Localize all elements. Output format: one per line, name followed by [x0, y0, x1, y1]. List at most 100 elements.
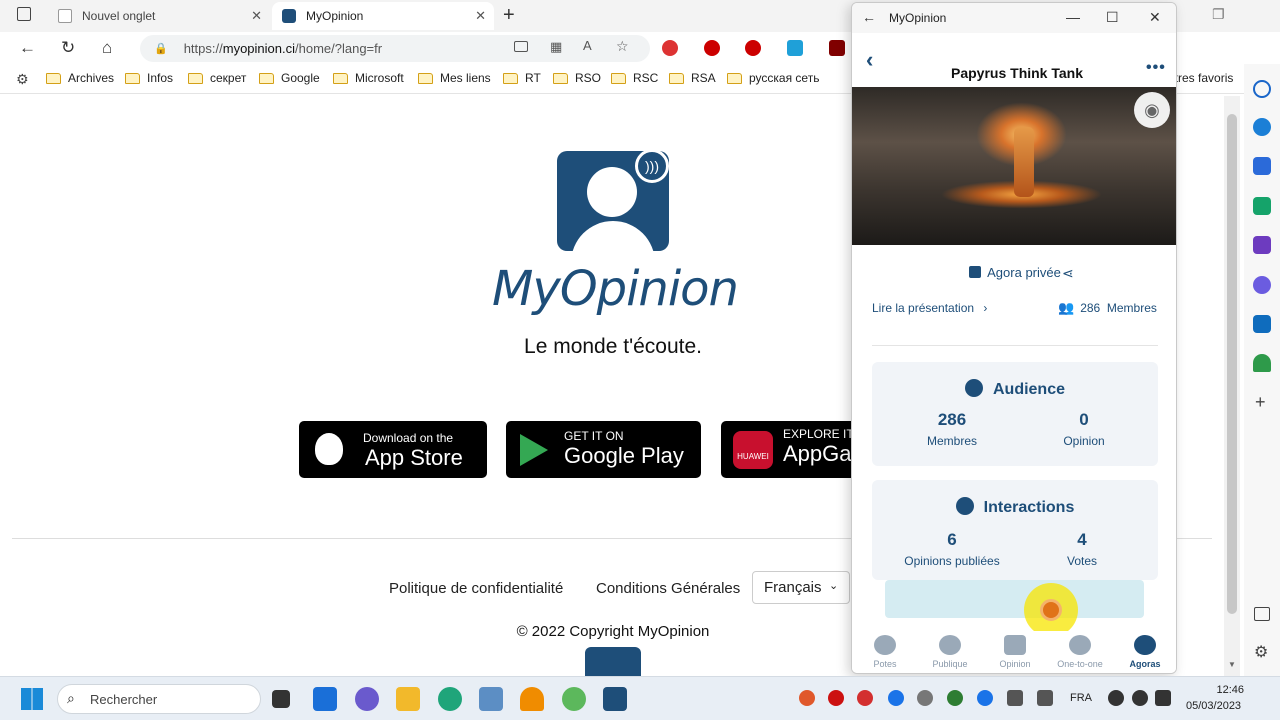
favorite-star-icon[interactable]: ☆ [616, 38, 629, 55]
widgets-icon[interactable] [313, 687, 337, 711]
teams-chat-icon[interactable] [355, 687, 379, 711]
extensions-icon[interactable]: ⚙ [16, 71, 29, 88]
scroll-down-arrow-icon[interactable]: ▼ [1228, 660, 1236, 669]
back-chevron-icon[interactable]: ‹ [866, 47, 873, 73]
read-aloud-icon[interactable]: A [583, 38, 592, 53]
nav-agoras[interactable]: Agoras [1112, 635, 1176, 669]
tray-app-icon[interactable] [799, 690, 815, 706]
bookmark-google[interactable]: Google [259, 71, 320, 85]
tray-app-icon[interactable] [857, 690, 873, 706]
page-scrollbar[interactable] [1224, 96, 1240, 676]
minimize-button[interactable]: — [1066, 9, 1080, 25]
app-store-badge[interactable]: Download on the App Store [299, 421, 487, 478]
taskbar-search[interactable]: ⌕ Rechercher [57, 684, 261, 714]
bookmark-infos[interactable]: Infos [125, 71, 173, 85]
games-icon[interactable] [1253, 236, 1271, 254]
page-icon [58, 9, 72, 23]
extension-red-icon[interactable] [704, 40, 720, 56]
refresh-button[interactable]: ↻ [61, 38, 75, 58]
search-icon[interactable] [1253, 80, 1271, 98]
edge-icon[interactable] [438, 687, 462, 711]
battery-icon[interactable] [1155, 690, 1171, 706]
adblock-icon[interactable] [662, 40, 678, 56]
shopping-icon[interactable] [1253, 157, 1271, 175]
nav-publique[interactable]: Publique [917, 635, 983, 669]
maximize-button[interactable]: ☐ [1106, 9, 1119, 26]
task-view-icon[interactable] [272, 690, 290, 708]
extension-blue-icon[interactable] [787, 40, 803, 56]
app-titlebar: ← MyOpinion — ☐ ✕ [852, 3, 1176, 33]
close-tab-icon[interactable]: ✕ [251, 8, 262, 24]
tools-icon[interactable] [1253, 197, 1271, 215]
share-icon[interactable]: ⋖ [1062, 265, 1074, 282]
bookmark-mes-liens[interactable]: Mes liens [418, 71, 491, 85]
bookmark-russkaya-set[interactable]: русская сеть [727, 71, 819, 85]
clock-date[interactable]: 05/03/2023 [1186, 700, 1241, 712]
vlc-icon[interactable] [520, 687, 544, 711]
microphone-icon[interactable] [977, 690, 993, 706]
members-count[interactable]: 👥 286 Membres [1058, 300, 1157, 316]
interactions-card: Interactions 6 Opinions publiées 4 Votes [872, 480, 1158, 580]
stat-value: 6 [947, 530, 957, 549]
translate-icon[interactable]: ▦ [550, 39, 562, 55]
clock-time[interactable]: 12:46 [1208, 684, 1244, 696]
office-icon[interactable] [1253, 276, 1271, 294]
lock-icon[interactable]: 🔒 [154, 42, 168, 55]
extension-red-icon[interactable] [745, 40, 761, 56]
url-field[interactable]: 🔒 https://myopinion.ci/home/?lang=fr ▦ A… [140, 35, 650, 62]
bookmark-rsa[interactable]: RSA [669, 71, 716, 85]
read-presentation-link[interactable]: Lire la présentation › [872, 301, 987, 315]
tree-icon[interactable] [1253, 354, 1271, 372]
wifi-icon[interactable] [1108, 690, 1124, 706]
restore-icon[interactable]: ❐ [1212, 6, 1225, 23]
bookmark-archives[interactable]: Archives [46, 71, 114, 85]
home-button[interactable]: ⌂ [102, 38, 112, 58]
bookmark-secret[interactable]: секрет [188, 71, 246, 85]
terms-link[interactable]: Conditions Générales [596, 580, 740, 597]
divider [872, 345, 1158, 346]
ublock-icon[interactable] [829, 40, 845, 56]
myopinion-taskbar-icon[interactable] [603, 687, 627, 711]
privacy-policy-link[interactable]: Politique de confidentialité [389, 580, 563, 597]
tab-new-tab[interactable]: Nouvel onglet ✕ [48, 2, 270, 30]
app-available-icon[interactable] [514, 41, 528, 52]
settings-icon[interactable]: ⚙ [1254, 642, 1268, 662]
nav-potes[interactable]: Potes [852, 635, 918, 669]
bluetooth-icon[interactable] [888, 690, 904, 706]
bookmark-rso[interactable]: RSO [553, 71, 601, 85]
back-button[interactable]: ← [19, 38, 36, 58]
input-language[interactable]: FRA [1070, 692, 1092, 704]
new-tab-button[interactable]: + [503, 4, 515, 27]
nav-one-to-one[interactable]: One-to-one [1047, 635, 1113, 669]
bing-icon[interactable] [1253, 118, 1271, 136]
google-play-badge[interactable]: GET IT ON Google Play [506, 421, 701, 478]
bookmark-rt[interactable]: RT [503, 71, 541, 85]
nav-opinion[interactable]: Opinion [982, 635, 1048, 669]
outlook-icon[interactable] [1253, 315, 1271, 333]
onedrive-icon[interactable] [917, 690, 933, 706]
sidebar-layout-icon[interactable] [1254, 607, 1270, 621]
back-arrow-icon[interactable]: ← [862, 9, 876, 25]
utorrent-icon[interactable] [562, 687, 586, 711]
tab-myopinion[interactable]: MyOpinion ✕ [272, 2, 494, 30]
bookmark-microsoft[interactable]: Microsoft [333, 71, 404, 85]
add-icon[interactable]: + [1255, 392, 1266, 413]
keyboard-icon[interactable] [1007, 690, 1023, 706]
security-icon[interactable] [947, 690, 963, 706]
close-tab-icon[interactable]: ✕ [475, 8, 486, 24]
photos-icon[interactable] [479, 687, 503, 711]
brand-name: MyOpinion [492, 261, 739, 317]
scrollbar-thumb[interactable] [1227, 114, 1237, 614]
more-options-icon[interactable]: ••• [1146, 59, 1166, 77]
file-explorer-icon[interactable] [396, 687, 420, 711]
windows-start-icon[interactable] [21, 688, 43, 710]
record-icon[interactable] [828, 690, 844, 706]
bookmark-rsc[interactable]: RSC [611, 71, 658, 85]
tab-actions-icon[interactable] [17, 7, 31, 21]
volume-icon[interactable] [1132, 690, 1148, 706]
language-select[interactable]: Français ⌄ [752, 571, 850, 604]
display-icon[interactable] [1037, 690, 1053, 706]
camera-icon[interactable]: ◉ [1134, 92, 1170, 128]
close-button[interactable]: ✕ [1149, 9, 1161, 26]
google-play-icon [520, 434, 548, 466]
